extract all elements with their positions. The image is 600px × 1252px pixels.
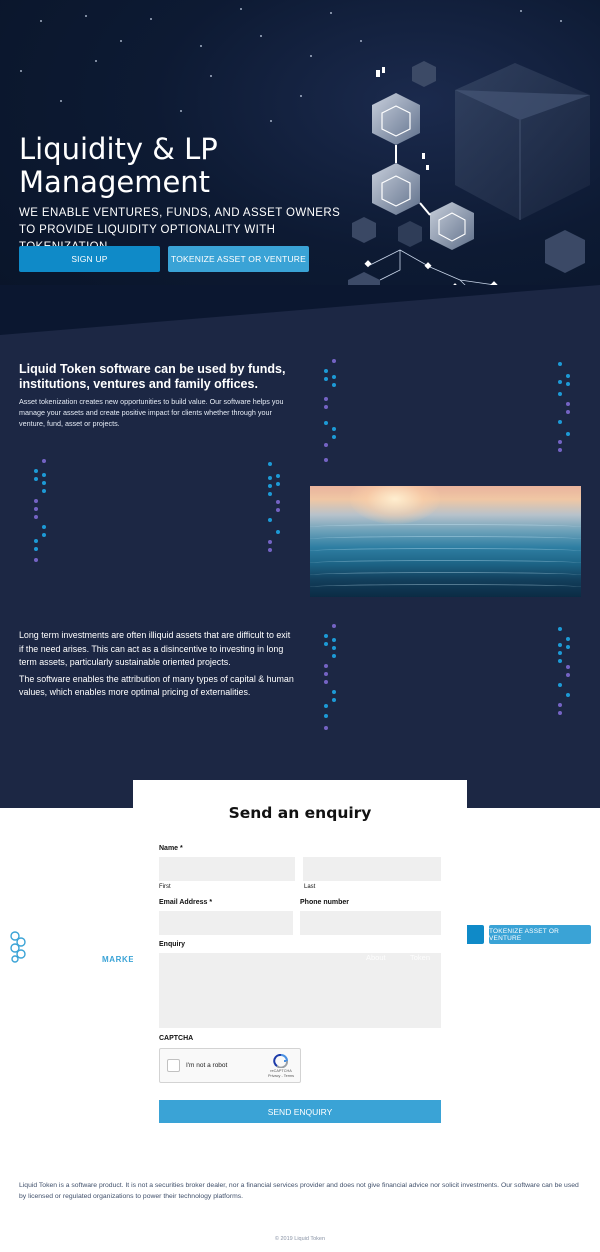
send-enquiry-button[interactable]: SEND ENQUIRY	[159, 1100, 441, 1123]
enquiry-title: Send an enquiry	[228, 804, 372, 822]
signup-button[interactable]: SIGN UP	[19, 246, 160, 272]
illiquid-text-block: Long term investments are often illiquid…	[19, 629, 294, 700]
ghost-nav-about: About	[366, 953, 386, 962]
enquiry-textarea[interactable]	[159, 953, 441, 1028]
illiquid-paragraph-2: The software enables the attribution of …	[19, 673, 294, 698]
dot-column-decoration	[322, 357, 342, 467]
nav-tokenize-button[interactable]: TOKENIZE ASSET OR VENTURE	[489, 925, 591, 944]
recaptcha-icon	[273, 1054, 289, 1068]
email-input[interactable]	[159, 911, 293, 935]
dot-column-decoration	[556, 360, 576, 455]
content-section: Liquid Token software can be used by fun…	[0, 285, 600, 808]
hero-title: Liquidity & LP Management	[19, 132, 218, 199]
footer-disclaimer: Liquid Token is a software product. It i…	[19, 1182, 579, 1200]
dot-column-decoration	[266, 460, 286, 555]
dot-column-decoration	[322, 622, 342, 732]
first-name-input[interactable]	[159, 857, 295, 881]
dot-column-decoration	[556, 625, 576, 720]
intro-heading: Liquid Token software can be used by fun…	[19, 362, 286, 391]
checkbox-icon[interactable]	[167, 1059, 180, 1072]
first-name-sublabel: First	[159, 884, 171, 890]
last-name-input[interactable]	[303, 857, 441, 881]
email-label: Email Address *	[159, 899, 213, 906]
intro-body: Asset tokenization creates new opportuni…	[19, 397, 284, 428]
phone-input[interactable]	[300, 911, 441, 935]
captcha-label: CAPTCHA	[159, 1035, 194, 1042]
last-name-sublabel: Last	[304, 884, 316, 890]
phone-label: Phone number	[300, 899, 350, 906]
enquiry-label: Enquiry	[159, 941, 186, 948]
captcha-text: I'm not a robot	[186, 1062, 228, 1069]
cube-cluster-graphic	[348, 61, 590, 306]
illiquid-paragraph-1: Long term investments are often illiquid…	[19, 630, 291, 667]
captcha-brand: reCAPTCHA Privacy - Terms	[267, 1069, 295, 1078]
diagonal-divider	[0, 285, 600, 335]
ocean-sunset-image	[310, 486, 581, 597]
footer-copyright: © 2019 Liquid Token	[274, 1236, 326, 1242]
ghost-nav-token: Token	[410, 953, 431, 962]
tokenize-asset-button[interactable]: TOKENIZE ASSET OR VENTURE	[168, 246, 309, 272]
dot-column-decoration	[32, 457, 52, 567]
name-label: Name *	[159, 845, 183, 852]
recaptcha-widget: I'm not a robot reCAPTCHA Privacy - Term…	[159, 1048, 301, 1083]
liquid-token-logo-icon	[10, 931, 26, 963]
